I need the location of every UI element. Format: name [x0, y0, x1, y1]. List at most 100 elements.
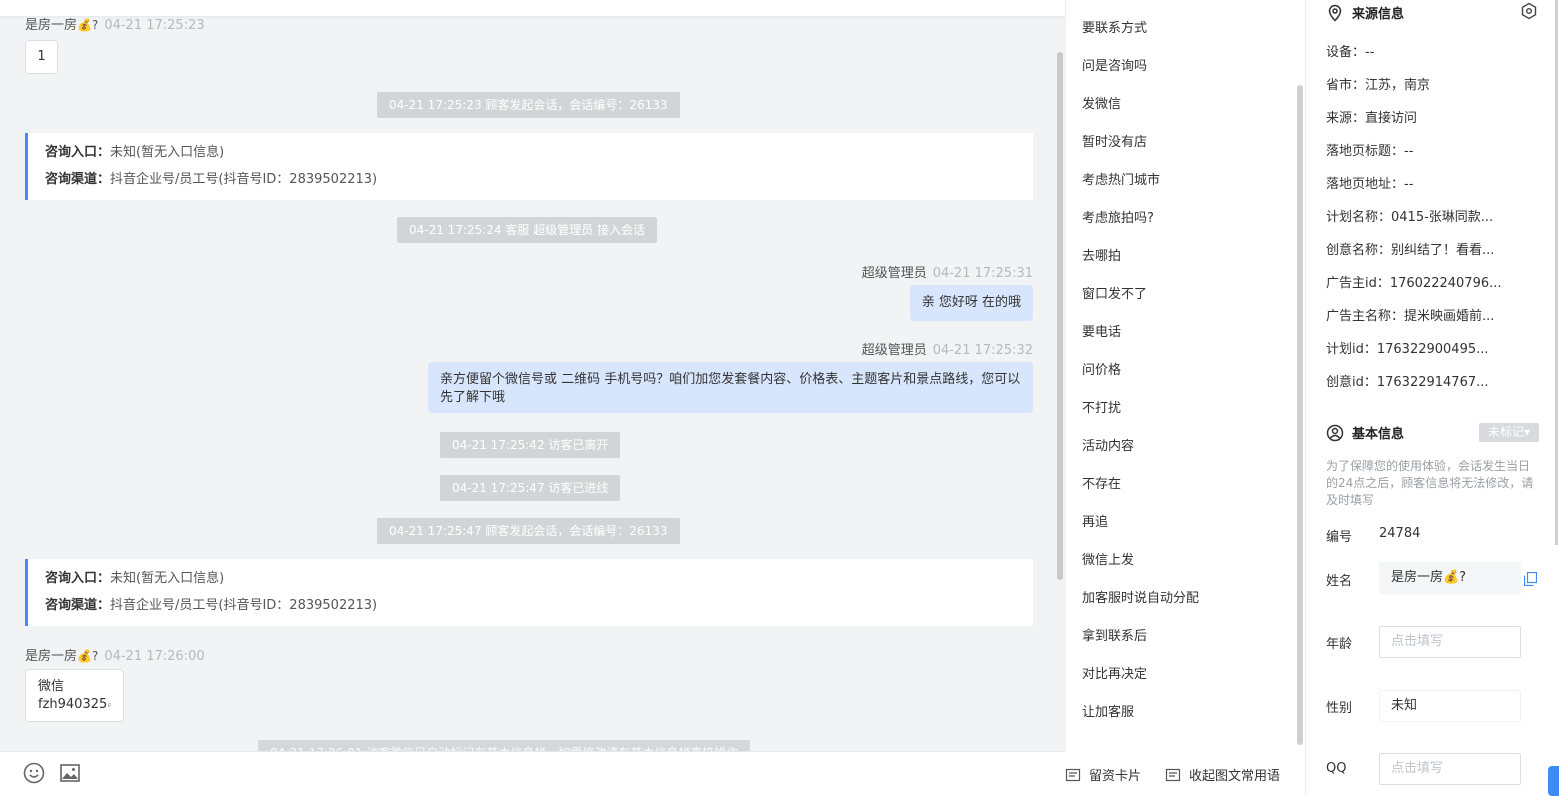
consult-info-card: 咨询入口：未知(暂无入口信息) 咨询渠道：抖音企业号/员工号(抖音号ID：283… [25, 133, 1033, 200]
message-toolbar [0, 751, 1065, 796]
message-meta: 超级管理员 04-21 17:25:32 [862, 339, 1033, 358]
agent-message: 亲 您好呀 在的哦 [909, 285, 1033, 321]
phrase-item[interactable]: 问是咨询吗 [1082, 55, 1147, 74]
phrases-scrollbar[interactable] [1297, 85, 1303, 745]
landing-page-title: 落地页标题：-- [1326, 144, 1414, 159]
phrase-item[interactable]: 加客服时说自动分配 [1082, 587, 1199, 606]
message-meta: 是房一房💰? 04-21 17:25:23 [25, 14, 205, 33]
age-label: 年龄 [1326, 637, 1353, 652]
copy-name-icon[interactable] [1524, 572, 1537, 586]
wechat-id: fzh940325 [38, 697, 108, 712]
visitor-message: 1 [25, 40, 58, 74]
advertiser-id: 广告主id：176022240796... [1326, 276, 1502, 291]
customer-tag-dropdown[interactable]: 未标记▾ [1479, 423, 1539, 442]
message-time: 04-21 17:25:31 [932, 266, 1033, 281]
user-circle-icon [1326, 424, 1344, 441]
phrase-item[interactable]: 让加客服 [1082, 701, 1134, 720]
settings-icon[interactable] [1520, 2, 1538, 20]
qq-label: QQ [1326, 761, 1347, 776]
gender-label: 性别 [1326, 701, 1353, 716]
phrase-item[interactable]: 暂时没有店 [1082, 131, 1147, 150]
phrases-footer: 留资卡片 收起图文常用语 [1065, 751, 1305, 796]
system-notice: 04-21 17:25:23 顾客发起会话，会话编号：26133 [377, 92, 680, 118]
copy-icon[interactable] [108, 699, 111, 711]
agent-message: 亲方便留个微信号或 二维码 手机号吗？咱们加您发套餐内容、价格表、主题客片和景点… [428, 362, 1033, 413]
phrase-item[interactable]: 对比再决定 [1082, 663, 1147, 682]
name-label: 姓名 [1326, 574, 1353, 589]
phrase-item[interactable]: 要电话 [1082, 321, 1121, 340]
message-time: 04-21 17:25:32 [932, 343, 1033, 358]
phrase-item[interactable]: 活动内容 [1082, 435, 1134, 454]
entry-label: 咨询入口： [45, 145, 111, 160]
id-label: 编号 [1326, 530, 1353, 545]
phrase-item[interactable]: 考虑热门城市 [1082, 169, 1160, 188]
gender-select[interactable]: 未知 [1379, 690, 1521, 722]
phrase-item[interactable]: 拿到联系后 [1082, 625, 1147, 644]
campaign-id: 计划id：176322900495... [1326, 342, 1489, 357]
sender-name: 是房一房 [25, 18, 78, 33]
channel-value: 抖音企业号/员工号(抖音号ID：2839502213) [110, 598, 378, 613]
customer-info-panel: 来源信息 设备：-- 省市：江苏，南京 来源：直接访问 落地页标题：-- 落地页… [1305, 0, 1559, 796]
wechat-label: 微信 [38, 679, 65, 694]
lead-card-button[interactable]: 留资卡片 [1065, 765, 1141, 784]
qq-field[interactable]: 点击填写 [1379, 753, 1521, 785]
channel-label: 咨询渠道： [45, 598, 111, 613]
age-field[interactable]: 点击填写 [1379, 626, 1521, 658]
phrase-item[interactable]: 微信上发 [1082, 549, 1134, 568]
id-value: 24784 [1379, 526, 1421, 541]
collapse-phrases-label: 收起图文常用语 [1189, 769, 1281, 784]
message-meta: 是房一房💰? 04-21 17:26:00 [25, 645, 205, 664]
system-notice: 04-21 17:25:47 访客已进线 [440, 475, 621, 501]
sender-name: 超级管理员 [861, 266, 927, 281]
card-icon [1065, 768, 1081, 781]
consult-info-card: 咨询入口：未知(暂无入口信息) 咨询渠道：抖音企业号/员工号(抖音号ID：283… [25, 559, 1033, 626]
message-time: 04-21 17:26:00 [104, 649, 205, 664]
message-time: 04-21 17:25:23 [104, 18, 205, 33]
phrases-icon [1165, 768, 1181, 781]
image-icon[interactable] [59, 762, 81, 784]
source-device: 设备：-- [1326, 45, 1375, 60]
chat-area: 是房一房💰? 04-21 17:25:23 1 04-21 17:25:23 顾客… [0, 0, 1065, 751]
campaign-name: 计划名称：0415-张琳同款... [1326, 210, 1494, 225]
phrase-item[interactable]: 不打扰 [1082, 397, 1121, 416]
source-origin: 来源：直接访问 [1326, 111, 1418, 126]
basic-info-title: 基本信息 [1352, 427, 1405, 442]
chat-scrollbar[interactable] [1057, 52, 1063, 580]
info-panel-scrollbar[interactable] [1555, 0, 1558, 545]
phrase-item[interactable]: 去哪拍 [1082, 245, 1121, 264]
location-pin-icon [1328, 4, 1342, 22]
phrase-item[interactable]: 考虑旅拍吗? [1082, 207, 1154, 226]
phrase-item[interactable]: 要联系方式 [1082, 17, 1147, 36]
edit-deadline-note: 为了保障您的使用体验，会话发生当日的24点之后，顾客信息将无法修改，请及时填写 [1326, 459, 1534, 507]
floating-edit-button[interactable] [1548, 766, 1559, 796]
phrase-item[interactable]: 不存在 [1082, 473, 1121, 492]
phrase-item[interactable]: 窗口发不了 [1082, 283, 1147, 302]
quick-phrases-panel: 要联系方式 问是咨询吗 发微信 暂时没有店 考虑热门城市 考虑旅拍吗? 去哪拍 … [1065, 0, 1305, 751]
system-notice: 04-21 17:25:24 客服 超级管理员 接入会话 [397, 217, 658, 243]
entry-value: 未知(暂无入口信息) [110, 571, 225, 586]
phrase-item[interactable]: 问价格 [1082, 359, 1121, 378]
lead-card-label: 留资卡片 [1089, 769, 1142, 784]
channel-value: 抖音企业号/员工号(抖音号ID：2839502213) [110, 172, 378, 187]
advertiser-name: 广告主名称：提米映画婚前... [1326, 309, 1495, 324]
source-info-title: 来源信息 [1352, 7, 1405, 22]
sender-emoji: 💰? [77, 18, 99, 32]
source-info-header: 来源信息 [1326, 3, 1404, 22]
phrase-item[interactable]: 发微信 [1082, 93, 1121, 112]
message-meta: 超级管理员 04-21 17:25:31 [862, 262, 1033, 281]
system-notice: 04-21 17:26:01 访客微信已自动标记在基本信息栏，如需修改请在基本信… [258, 740, 751, 751]
basic-info-header: 基本信息 [1326, 423, 1404, 442]
system-notice: 04-21 17:25:42 访客已离开 [440, 432, 621, 458]
sender-emoji: 💰? [77, 649, 99, 663]
source-region: 省市：江苏，南京 [1326, 78, 1431, 93]
collapse-phrases-button[interactable]: 收起图文常用语 [1165, 765, 1280, 784]
channel-label: 咨询渠道： [45, 172, 111, 187]
name-field[interactable]: 是房一房💰? [1379, 562, 1521, 594]
creative-id: 创意id：176322914767... [1326, 375, 1489, 390]
emoji-icon[interactable] [23, 762, 45, 784]
phrase-item[interactable]: 再追 [1082, 511, 1108, 530]
landing-page-url: 落地页地址：-- [1326, 177, 1414, 192]
system-notice: 04-21 17:25:47 顾客发起会话，会话编号：26133 [377, 518, 680, 544]
entry-label: 咨询入口： [45, 571, 111, 586]
wechat-message: 微信 fzh940325 [25, 669, 124, 722]
